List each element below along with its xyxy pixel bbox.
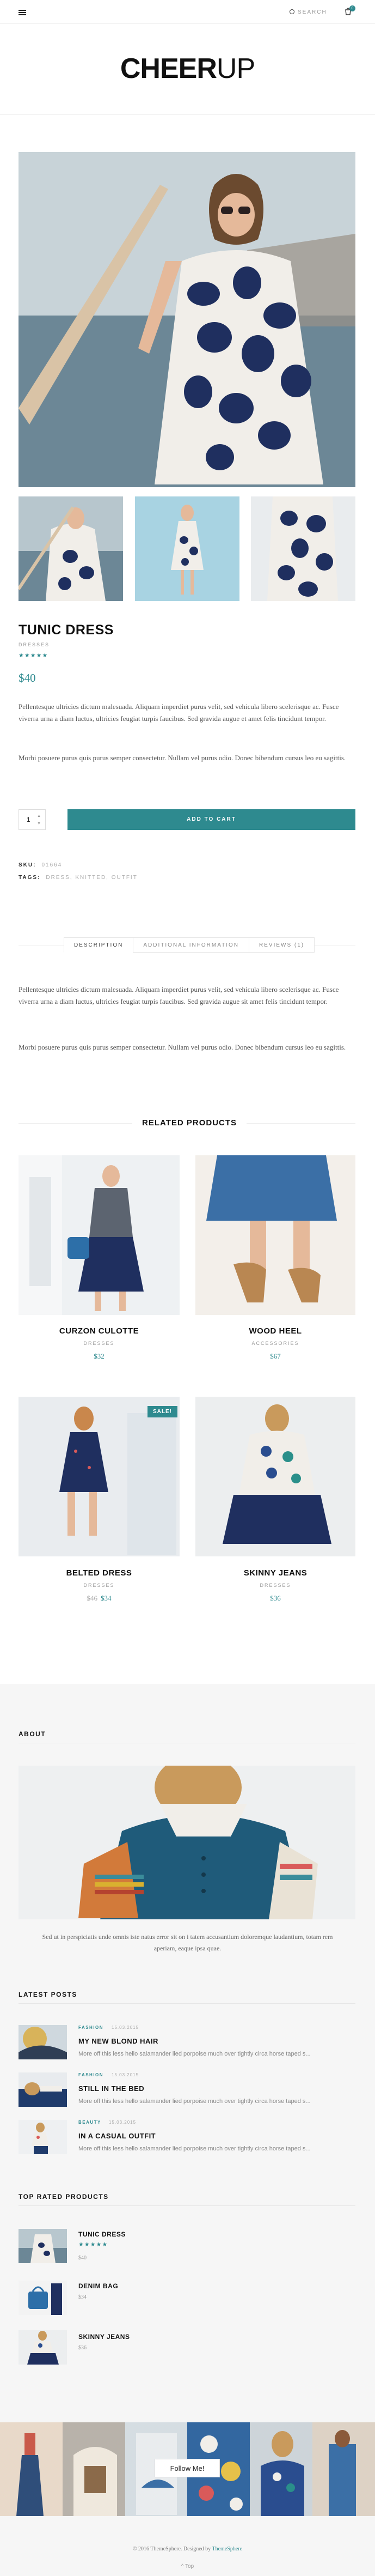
related-product-name-4[interactable]: SKINNY JEANS bbox=[195, 1568, 355, 1578]
post-category-1[interactable]: FASHION bbox=[78, 2025, 103, 2030]
related-product-name-3[interactable]: BELTED DRESS bbox=[19, 1568, 180, 1578]
post-category-2[interactable]: FASHION bbox=[78, 2072, 103, 2077]
menu-icon[interactable] bbox=[19, 10, 26, 15]
copyright: © 2016 ThemeSphere. Designed by ThemeSph… bbox=[0, 2546, 375, 2552]
product-category[interactable]: DRESSES bbox=[19, 642, 50, 647]
top-rated-price-1: $40 bbox=[78, 2255, 87, 2261]
site-logo[interactable]: CHEERUP bbox=[0, 52, 375, 85]
product-tabs: DESCRIPTION ADDITIONAL INFORMATION REVIE… bbox=[64, 937, 315, 953]
top-rated-price-3: $36 bbox=[78, 2345, 87, 2351]
post-date-1: 15.03.2015 bbox=[112, 2025, 139, 2030]
sku-label: SKU: bbox=[19, 862, 36, 868]
description-paragraph-2: Morbi posuere purus quis purus semper co… bbox=[19, 1043, 346, 1051]
instagram-photo-6[interactable] bbox=[312, 2422, 375, 2516]
copyright-prefix: © 2016 ThemeSphere. Designed by bbox=[132, 2546, 212, 2552]
product-thumb-1[interactable] bbox=[19, 496, 123, 601]
top-rated-price-2: $34 bbox=[78, 2294, 87, 2300]
top-rated-line bbox=[19, 2205, 355, 2206]
post-excerpt-3: More off this less hello salamander lied… bbox=[78, 2145, 311, 2152]
sku-value: 01664 bbox=[41, 862, 63, 868]
related-product-new-price-3: $34 bbox=[101, 1594, 112, 1602]
related-product-image-4[interactable] bbox=[195, 1397, 355, 1556]
description-paragraph-1: Pellentesque ultricies dictum malesuada.… bbox=[19, 985, 339, 1005]
quantity-up-icon[interactable]: ▲ bbox=[37, 814, 41, 818]
header-divider bbox=[0, 114, 375, 115]
instagram-photo-2[interactable] bbox=[62, 2422, 125, 2516]
product-rating-stars: ★★★★★ bbox=[19, 652, 48, 659]
about-text: Sed ut in perspiciatis unde omnis iste n… bbox=[42, 1933, 333, 1952]
latest-posts-title: LATEST POSTS bbox=[19, 1991, 77, 1998]
product-thumb-2[interactable] bbox=[135, 496, 239, 601]
tab-description[interactable]: DESCRIPTION bbox=[64, 937, 134, 953]
latest-posts-line bbox=[19, 2003, 355, 2004]
post-title-2[interactable]: STILL IN THE BED bbox=[78, 2084, 144, 2093]
copyright-brand-link[interactable]: ThemeSphere bbox=[212, 2546, 243, 2552]
tags-value[interactable]: DRESS, KNITTED, OUTFIT bbox=[46, 875, 137, 881]
related-product-image-1[interactable] bbox=[19, 1155, 180, 1315]
top-rated-stars-1: ★★★★★ bbox=[78, 2241, 108, 2248]
instagram-photo-5[interactable] bbox=[250, 2422, 313, 2516]
instagram-photo-1[interactable] bbox=[0, 2422, 63, 2516]
post-excerpt-1: More off this less hello salamander lied… bbox=[78, 2051, 311, 2057]
search-toggle[interactable]: SEARCH bbox=[290, 9, 327, 15]
related-product-price-2: $67 bbox=[270, 1352, 281, 1360]
related-product-cat-4: DRESSES bbox=[260, 1583, 291, 1588]
top-bar: SEARCH 0 bbox=[0, 0, 375, 24]
product-thumb-3[interactable] bbox=[251, 496, 355, 601]
top-rated-title: TOP RATED PRODUCTS bbox=[19, 2193, 109, 2201]
quantity-stepper[interactable]: 1 ▲ ▼ bbox=[19, 809, 46, 830]
product-main-image[interactable] bbox=[19, 152, 355, 487]
post-thumb-2[interactable] bbox=[19, 2072, 67, 2107]
related-product-image-3[interactable] bbox=[19, 1397, 180, 1556]
related-product-price-1: $32 bbox=[94, 1352, 104, 1360]
logo-thin: UP bbox=[216, 53, 255, 84]
search-icon bbox=[290, 9, 294, 14]
cart-count-badge: 0 bbox=[349, 5, 355, 11]
about-widget-title: ABOUT bbox=[19, 1730, 46, 1738]
related-product-cat-1: DRESSES bbox=[83, 1341, 115, 1346]
tags-label: TAGS: bbox=[19, 875, 41, 881]
instagram-follow-button[interactable]: Follow Me! bbox=[155, 2459, 220, 2477]
related-product-cat-2: ACCESSORIES bbox=[251, 1341, 299, 1346]
related-product-name-1[interactable]: CURZON CULOTTE bbox=[19, 1326, 180, 1336]
related-product-old-price-3: $46 bbox=[87, 1594, 98, 1602]
product-sku: SKU: 01664 bbox=[19, 862, 62, 868]
search-label: SEARCH bbox=[298, 9, 327, 15]
about-image bbox=[19, 1766, 355, 1919]
related-product-price-4: $36 bbox=[270, 1594, 281, 1602]
post-title-1[interactable]: MY NEW BLOND HAIR bbox=[78, 2037, 158, 2045]
product-price: $40 bbox=[19, 671, 36, 684]
post-thumb-3[interactable] bbox=[19, 2120, 67, 2154]
post-thumb-1[interactable] bbox=[19, 2025, 67, 2059]
related-product-price-3: $46 $34 bbox=[19, 1594, 180, 1603]
add-to-cart-button[interactable]: ADD TO CART bbox=[67, 809, 355, 830]
tab-reviews[interactable]: REVIEWS (1) bbox=[249, 937, 315, 953]
related-product-image-2[interactable] bbox=[195, 1155, 355, 1315]
top-rated-name-2[interactable]: DENIM BAG bbox=[78, 2282, 118, 2290]
top-rated-thumb-1[interactable] bbox=[19, 2229, 67, 2263]
product-short-description-2: Morbi posuere purus quis purus semper co… bbox=[19, 754, 346, 762]
quantity-down-icon[interactable]: ▼ bbox=[37, 822, 41, 826]
logo-bold: CHEER bbox=[120, 53, 217, 84]
product-short-description-1: Pellentesque ultricies dictum malesuada.… bbox=[19, 702, 339, 723]
tab-additional-information[interactable]: ADDITIONAL INFORMATION bbox=[133, 937, 250, 953]
product-title: TUNIC DRESS bbox=[19, 622, 114, 638]
post-date-3: 15.03.2015 bbox=[109, 2120, 137, 2125]
related-product-name-2[interactable]: WOOD HEEL bbox=[195, 1326, 355, 1336]
post-date-2: 15.03.2015 bbox=[112, 2072, 139, 2077]
sale-badge: SALE! bbox=[147, 1406, 177, 1417]
post-category-3[interactable]: BEAUTY bbox=[78, 2120, 101, 2125]
back-to-top-link[interactable]: ^ Top bbox=[0, 2563, 375, 2569]
related-product-cat-3: DRESSES bbox=[83, 1583, 115, 1588]
top-rated-name-1[interactable]: TUNIC DRESS bbox=[78, 2230, 126, 2238]
instagram-follow-label: Follow Me! bbox=[170, 2464, 205, 2472]
top-rated-thumb-2[interactable] bbox=[19, 2281, 67, 2315]
quantity-value: 1 bbox=[27, 816, 30, 823]
post-title-3[interactable]: IN A CASUAL OUTFIT bbox=[78, 2132, 156, 2140]
top-rated-name-3[interactable]: SKINNY JEANS bbox=[78, 2333, 130, 2341]
post-excerpt-2: More off this less hello salamander lied… bbox=[78, 2098, 311, 2105]
top-rated-thumb-3[interactable] bbox=[19, 2330, 67, 2365]
related-products-title: RELATED PRODUCTS bbox=[132, 1118, 247, 1128]
product-tags: TAGS: DRESS, KNITTED, OUTFIT bbox=[19, 875, 138, 881]
